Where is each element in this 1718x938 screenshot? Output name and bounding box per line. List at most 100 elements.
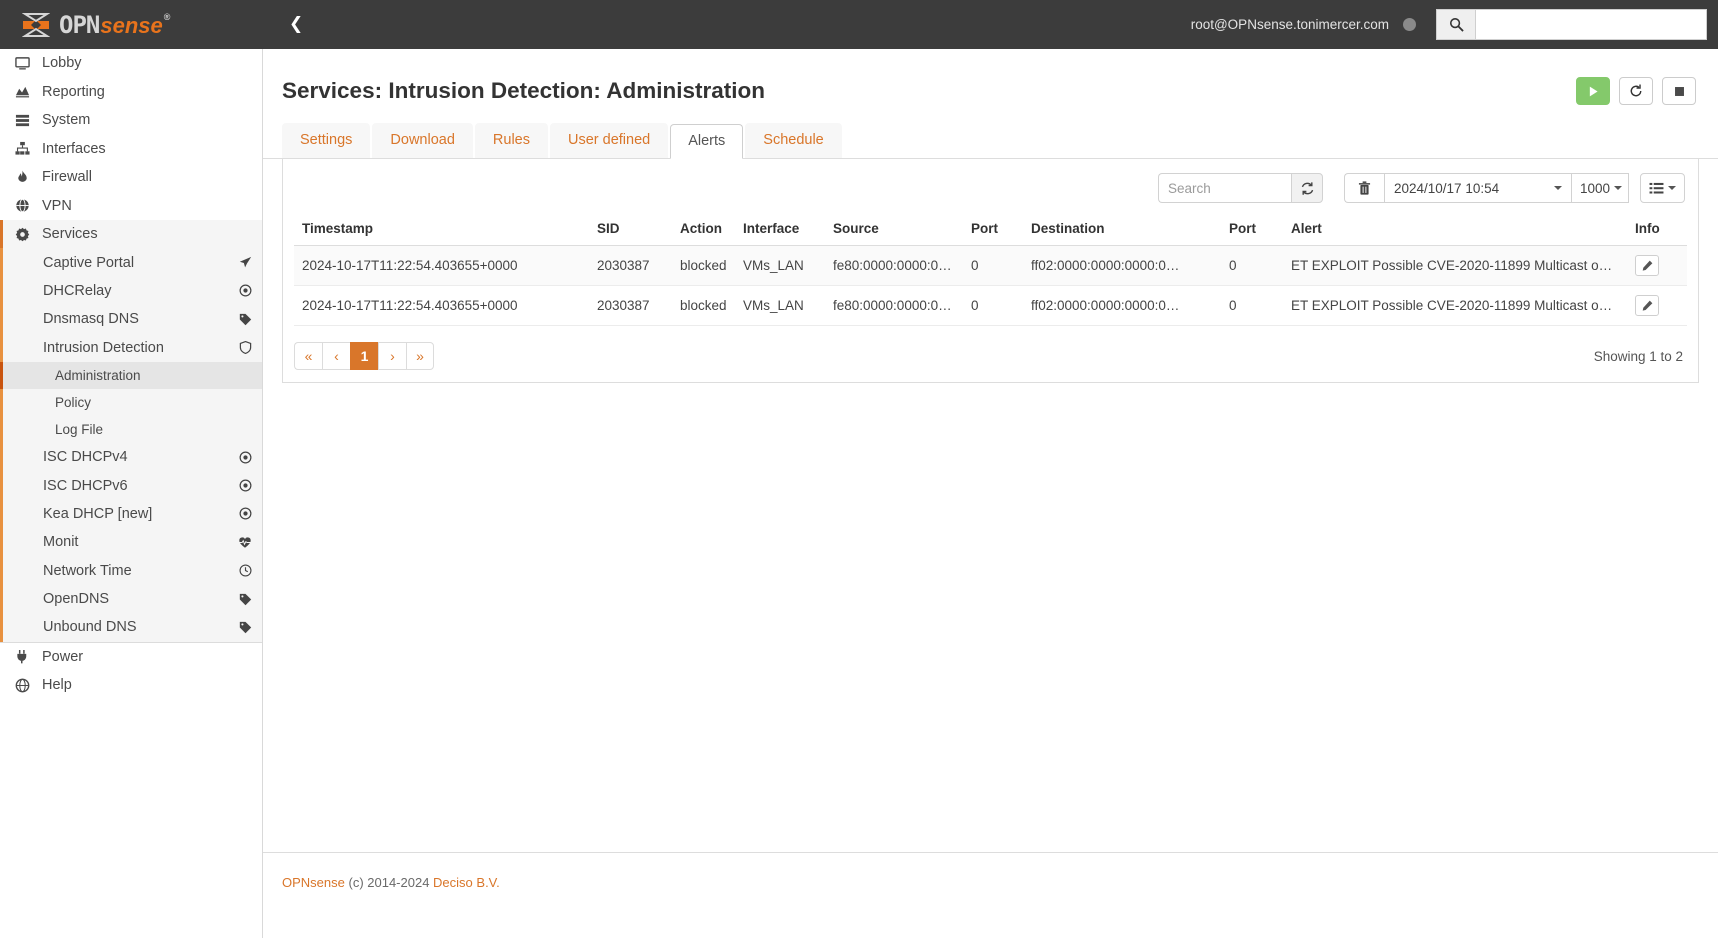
column-header-sid[interactable]: SID: [589, 216, 672, 246]
tab-schedule[interactable]: Schedule: [745, 122, 842, 158]
sidebar-item-unbound-dns[interactable]: Unbound DNS: [0, 613, 262, 641]
brand-logo[interactable]: OPN sense ®: [0, 0, 263, 49]
footer-opnsense-link[interactable]: OPNsense: [282, 875, 345, 890]
column-header-action[interactable]: Action: [672, 216, 735, 246]
sidebar-label: Intrusion Detection: [43, 339, 164, 356]
sidebar-item-system[interactable]: System: [0, 106, 262, 135]
showing-count-label: Showing 1 to 2: [1593, 348, 1683, 364]
chevron-down-icon: [1668, 186, 1676, 190]
column-header-interface[interactable]: Interface: [735, 216, 825, 246]
page-last-button[interactable]: »: [406, 342, 434, 370]
logo-opn-text: OPN: [59, 10, 100, 39]
refresh-icon[interactable]: [1291, 173, 1323, 203]
pencil-icon[interactable]: [1635, 295, 1659, 316]
column-list-icon: [1649, 182, 1664, 195]
footer-deciso-link[interactable]: Deciso B.V.: [433, 875, 500, 890]
tab-alerts[interactable]: Alerts: [670, 123, 744, 159]
sidebar-item-vpn[interactable]: VPN: [0, 192, 262, 221]
sidebar-label: Interfaces: [42, 140, 106, 157]
start-service-button[interactable]: [1576, 77, 1610, 105]
tag-icon: [239, 593, 252, 606]
cell-dest-port: 0: [1221, 245, 1283, 286]
column-header-source[interactable]: Source: [825, 216, 963, 246]
cell-sid: 2030387: [589, 285, 672, 326]
sidebar-item-lobby[interactable]: Lobby: [0, 49, 262, 78]
stop-service-button[interactable]: [1662, 77, 1696, 105]
globe-icon: [12, 198, 33, 213]
column-header-timestamp[interactable]: Timestamp: [294, 216, 589, 246]
power-plug-icon: [12, 649, 33, 664]
cell-timestamp: 2024-10-17T11:22:54.403655+0000: [294, 245, 589, 286]
sidebar-item-power[interactable]: Power: [0, 643, 262, 672]
sidebar-item-isc-dhcpv6[interactable]: ISC DHCPv6: [0, 471, 262, 499]
circle-dot-icon: [239, 451, 252, 464]
sidebar-label: Captive Portal: [43, 254, 135, 271]
sidebar-item-policy[interactable]: Policy: [0, 389, 262, 416]
table-header-row: Timestamp SID Action Interface Source Po…: [294, 216, 1687, 246]
fire-icon: [12, 170, 33, 185]
sidebar-label: Lobby: [42, 55, 82, 72]
page-prev-button[interactable]: ‹: [322, 342, 350, 370]
tab-user-defined[interactable]: User defined: [549, 122, 669, 158]
sidebar-item-reporting[interactable]: Reporting: [0, 78, 262, 107]
sidebar-item-captive-portal[interactable]: Captive Portal: [0, 248, 262, 276]
sidebar-item-interfaces[interactable]: Interfaces: [0, 135, 262, 164]
pencil-icon[interactable]: [1635, 255, 1659, 276]
services-submenu: Captive Portal DHCRelay Dnsmasq DNS Intr…: [0, 248, 262, 642]
server-icon: [12, 113, 33, 128]
date-range-select[interactable]: 2024/10/17 10:54: [1384, 173, 1572, 203]
column-header-dest-port[interactable]: Port: [1221, 216, 1283, 246]
table-row[interactable]: 2024-10-17T11:22:54.403655+0000 2030387 …: [294, 285, 1687, 326]
page-first-button[interactable]: «: [294, 342, 322, 370]
global-search-input[interactable]: [1475, 9, 1707, 40]
sidebar-label: Reporting: [42, 83, 105, 100]
tab-rules[interactable]: Rules: [474, 122, 548, 158]
cell-sid: 2030387: [589, 245, 672, 286]
sidebar-item-kea-dhcp[interactable]: Kea DHCP [new]: [0, 500, 262, 528]
column-header-info[interactable]: Info: [1627, 216, 1687, 246]
sidebar-item-opendns[interactable]: OpenDNS: [0, 585, 262, 613]
sidebar-item-monit[interactable]: Monit: [0, 528, 262, 556]
rows-per-page-value: 1000: [1580, 180, 1611, 196]
search-input[interactable]: [1158, 173, 1291, 203]
page-footer: OPNsense (c) 2014-2024 Deciso B.V.: [263, 852, 1718, 938]
sidebar-item-network-time[interactable]: Network Time: [0, 557, 262, 585]
page-next-button[interactable]: ›: [378, 342, 406, 370]
sidebar-label: OpenDNS: [43, 591, 110, 608]
table-row[interactable]: 2024-10-17T11:22:54.403655+0000 2030387 …: [294, 245, 1687, 286]
page-1-button[interactable]: 1: [350, 342, 378, 370]
chevron-left-icon[interactable]: ❮: [289, 16, 303, 33]
sidebar-item-log-file[interactable]: Log File: [0, 416, 262, 443]
sidebar-item-administration[interactable]: Administration: [0, 361, 262, 389]
sidebar-item-dhcrelay[interactable]: DHCRelay: [0, 277, 262, 305]
sidebar-item-intrusion-detection[interactable]: Intrusion Detection: [0, 334, 262, 362]
column-header-alert[interactable]: Alert: [1283, 216, 1627, 246]
sidebar-item-dnsmasq-dns[interactable]: Dnsmasq DNS: [0, 305, 262, 333]
tab-download[interactable]: Download: [372, 122, 473, 158]
sidebar-nav: Lobby Reporting System Interfaces Firewa…: [0, 49, 263, 938]
restart-icon: [1629, 84, 1643, 98]
column-chooser-button[interactable]: [1640, 173, 1685, 203]
delete-alerts-button[interactable]: [1344, 173, 1384, 203]
column-header-source-port[interactable]: Port: [963, 216, 1023, 246]
sidebar-item-services[interactable]: Services: [0, 220, 262, 249]
logo-sense-text: sense: [100, 12, 163, 38]
status-indicator-icon[interactable]: [1403, 18, 1416, 31]
restart-service-button[interactable]: [1619, 77, 1653, 105]
sidebar-item-isc-dhcpv4[interactable]: ISC DHCPv4: [0, 443, 262, 471]
play-icon: [1587, 85, 1600, 98]
opnsense-mark-icon: [22, 12, 50, 38]
column-header-destination[interactable]: Destination: [1023, 216, 1221, 246]
shield-icon: [239, 341, 252, 355]
rows-per-page-select[interactable]: 1000: [1572, 173, 1629, 203]
tab-settings[interactable]: Settings: [282, 122, 371, 158]
sidebar-item-firewall[interactable]: Firewall: [0, 163, 262, 192]
sidebar-label: ISC DHCPv6: [43, 477, 128, 494]
sidebar-item-help[interactable]: Help: [0, 671, 262, 700]
heartbeat-icon: [238, 536, 252, 549]
cell-interface: VMs_LAN: [735, 285, 825, 326]
sidebar-label: System: [42, 112, 91, 129]
sidebar-label: Policy: [55, 394, 92, 410]
search-group: [1158, 173, 1323, 203]
search-icon[interactable]: [1436, 9, 1475, 40]
